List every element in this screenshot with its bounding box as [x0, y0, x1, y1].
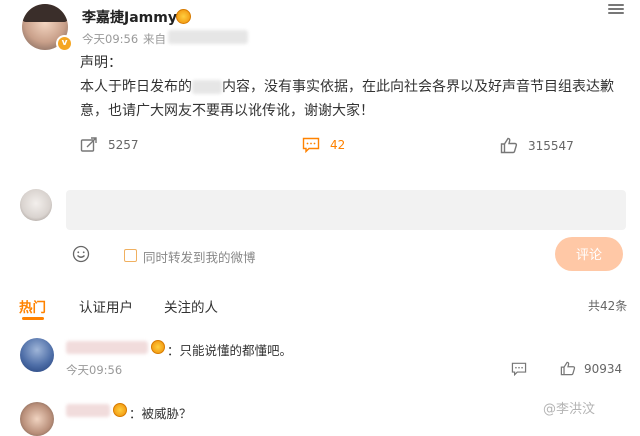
more-icon[interactable]	[608, 4, 624, 14]
like-count: 315547	[528, 138, 574, 153]
repost-button[interactable]: 5257	[80, 137, 139, 153]
post-line-1-prefix: 本人于昨日发布的	[80, 79, 192, 95]
tab-verified-users[interactable]: 认证用户	[79, 296, 133, 316]
redacted-commenter-name[interactable]	[66, 341, 148, 354]
emoji-icon[interactable]	[72, 245, 90, 263]
post-line-1: 本人于昨日发布的 内容，没有事实依据，在此向社会各界以及好声音节目组表达歉	[80, 76, 614, 96]
medal-icon	[176, 9, 191, 24]
redacted-commenter-name[interactable]	[66, 404, 110, 417]
medal-icon	[113, 403, 127, 417]
also-repost-checkbox[interactable]	[124, 249, 137, 262]
comment-icon	[302, 137, 320, 153]
redacted-source	[168, 30, 248, 44]
verified-badge-icon: v	[56, 35, 73, 52]
post-title-line: 声明：	[80, 55, 122, 71]
repost-icon	[80, 137, 97, 152]
comment-count: 42	[330, 138, 346, 152]
comment-text: ：被威胁？	[129, 406, 192, 421]
author-name[interactable]: 李嘉捷Jammy	[82, 7, 177, 27]
tab-following[interactable]: 关注的人	[164, 296, 218, 316]
tab-active-indicator	[22, 317, 44, 320]
comment-avatar[interactable]	[20, 338, 54, 372]
comment-input[interactable]	[66, 190, 626, 230]
post-line-1-suffix: 内容，没有事实依据，在此向社会各界以及好声音节目组表达歉	[222, 79, 614, 95]
like-icon	[560, 361, 576, 376]
like-button[interactable]: 315547	[500, 137, 574, 154]
comment-text: ：只能说懂的都懂吧。	[167, 343, 293, 358]
medal-icon	[151, 340, 165, 354]
post-time[interactable]: 今天09:56	[82, 31, 138, 47]
redacted-text	[192, 80, 222, 94]
comment-button[interactable]: 42	[302, 137, 345, 153]
post-line-2: 意，也请广大网友不要再以讹传讹，谢谢大家！	[80, 103, 374, 119]
repost-count: 5257	[108, 138, 139, 152]
post-source-label: 来自	[143, 32, 166, 46]
total-comments: 共42条	[588, 299, 628, 313]
also-repost-label[interactable]: 同时转发到我的微博	[143, 247, 256, 266]
tab-hot[interactable]: 热门	[19, 296, 46, 316]
watermark: @李洪汶	[543, 402, 596, 417]
comment-like-count: 90934	[584, 361, 623, 376]
my-avatar	[20, 189, 52, 221]
comment-like-button[interactable]: 90934	[560, 361, 622, 376]
reply-icon[interactable]	[511, 362, 527, 376]
comment-time: 今天09:56	[66, 363, 123, 377]
comment-avatar[interactable]	[20, 402, 54, 436]
submit-comment-button[interactable]: 评论	[555, 237, 623, 271]
like-icon	[500, 137, 518, 154]
